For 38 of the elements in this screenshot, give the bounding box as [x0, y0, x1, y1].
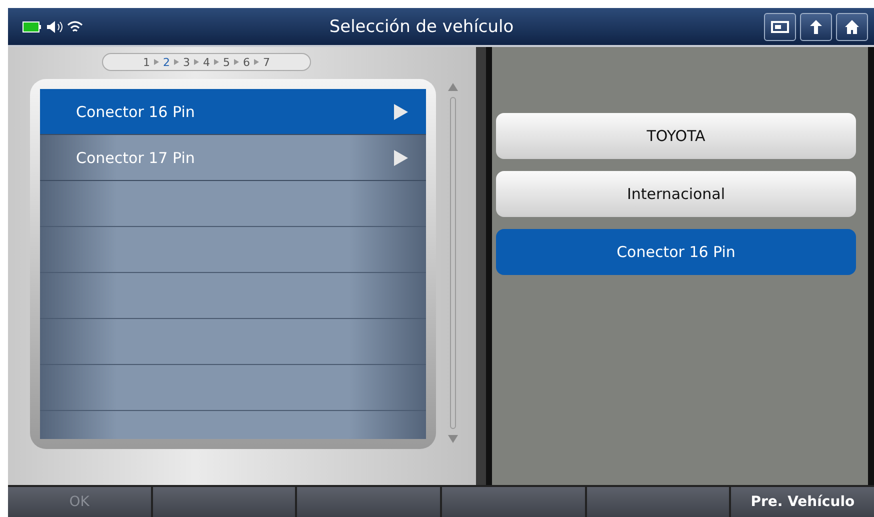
play-arrow-icon	[394, 150, 408, 166]
step-arrow-icon	[174, 59, 179, 65]
device-button[interactable]	[764, 12, 796, 40]
step-number: 2	[163, 56, 170, 68]
arrow-up-icon	[808, 18, 824, 34]
step-number: 7	[263, 56, 270, 68]
path-button[interactable]: Internacional	[496, 171, 856, 217]
step-arrow-icon	[194, 59, 199, 65]
item-label: Conector 17 Pin	[76, 148, 196, 166]
window-title: Selección de vehículo	[328, 16, 515, 36]
path-button[interactable]: TOYOTA	[496, 113, 856, 159]
speaker-icon	[46, 20, 64, 34]
scroll-up-icon	[448, 83, 458, 91]
path-button[interactable]: Conector 16 Pin	[496, 229, 856, 275]
home-icon	[844, 18, 860, 34]
step-number: 5	[223, 56, 230, 68]
item-label: Conector 16 Pin	[76, 102, 196, 120]
blank-function-button[interactable]	[152, 487, 296, 517]
step-arrow-icon	[154, 59, 159, 65]
blank-function-button[interactable]	[442, 487, 585, 517]
battery-icon	[22, 20, 42, 32]
step-number: 3	[183, 56, 190, 68]
step-number: 1	[143, 56, 150, 68]
step-arrow-icon	[234, 59, 239, 65]
play-arrow-icon	[394, 104, 408, 120]
card-icon	[771, 20, 789, 34]
step-number: 4	[203, 56, 210, 68]
up-button[interactable]	[800, 12, 832, 40]
step-arrow-icon	[254, 59, 259, 65]
blank-function-button[interactable]	[297, 487, 440, 517]
scroll-down-icon	[448, 435, 458, 443]
list-item[interactable]: Conector 16 Pin	[40, 89, 426, 135]
step-arrow-icon	[214, 59, 219, 65]
step-number: 6	[243, 56, 250, 68]
function-button[interactable]: Pre. Vehículo	[731, 487, 874, 517]
wifi-icon	[67, 20, 83, 34]
home-button[interactable]	[836, 12, 868, 40]
blank-function-button[interactable]	[586, 487, 730, 517]
